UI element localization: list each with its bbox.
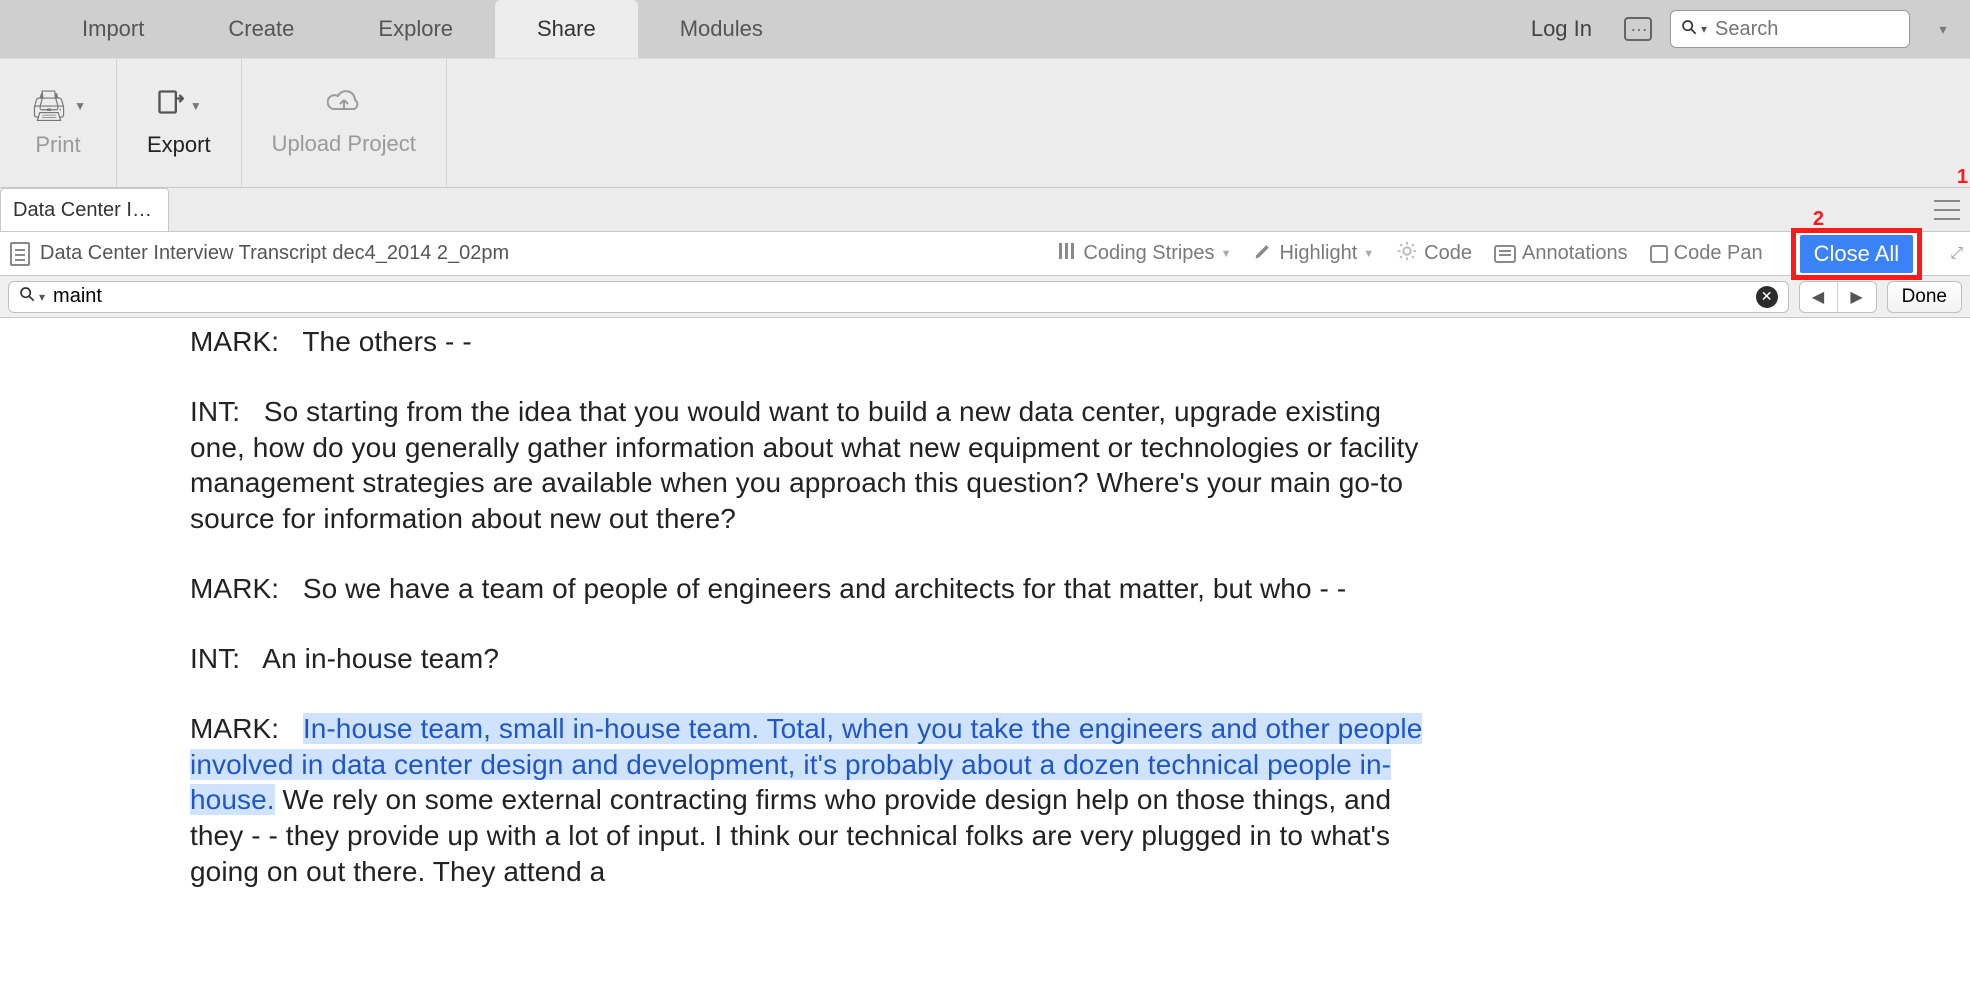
tab-share[interactable]: Share (495, 0, 638, 58)
annotations-label: Annotations (1522, 242, 1628, 265)
tab-create[interactable]: Create (186, 0, 336, 58)
annotations-icon (1494, 245, 1516, 263)
highlight-label: Highlight (1279, 242, 1357, 265)
printer-icon: 🖨 (30, 89, 68, 124)
highlight-button[interactable]: Highlight ▼ (1253, 241, 1374, 267)
speaker-label: MARK: (190, 326, 302, 357)
document-icon (10, 242, 30, 266)
export-icon (156, 88, 184, 124)
speaker-label: MARK: (190, 713, 303, 744)
cloud-upload-icon (327, 89, 361, 123)
document-title: Data Center Interview Transcript dec4_20… (40, 242, 509, 265)
close-all-highlight: Close All (1791, 228, 1923, 280)
global-search[interactable]: ▾ (1670, 10, 1910, 48)
speaker-label: INT: (190, 396, 264, 427)
login-button[interactable]: Log In (1517, 16, 1606, 42)
dropdown-chevron-icon: ▼ (74, 99, 86, 113)
share-ribbon: 🖨 ▼ Print ▼ Export Upload Project (0, 58, 1970, 188)
search-options-chevron-icon[interactable]: ▾ (1701, 22, 1707, 36)
highlight-icon (1253, 241, 1273, 267)
transcript-line: INT: So starting from the idea that you … (190, 394, 1430, 537)
comments-icon[interactable] (1624, 17, 1652, 41)
find-options-chevron-icon[interactable]: ▾ (39, 290, 45, 304)
transcript-text: We rely on some external contracting fir… (190, 784, 1391, 887)
clear-find-icon[interactable]: ✕ (1756, 286, 1778, 308)
search-icon (19, 285, 35, 308)
search-expand-chevron-icon[interactable]: ▾ (1928, 10, 1958, 48)
coding-stripes-label: Coding Stripes (1083, 242, 1214, 265)
dropdown-chevron-icon: ▼ (190, 99, 202, 113)
document-content: MARK: The others - - INT: So starting fr… (0, 318, 1970, 986)
dropdown-chevron-icon: ▼ (1221, 248, 1232, 260)
find-input[interactable] (53, 285, 1756, 308)
code-panel-toggle[interactable]: Code Pan (1650, 242, 1763, 265)
transcript-line: MARK: The others - - (190, 324, 1430, 360)
export-label: Export (147, 132, 211, 158)
checkbox-icon[interactable] (1650, 245, 1668, 263)
callout-marker-1: 1 (1957, 166, 1968, 189)
dropdown-chevron-icon: ▼ (1363, 248, 1374, 260)
upload-project-button[interactable]: Upload Project (242, 59, 447, 187)
find-prev-button[interactable]: ◀ (1800, 282, 1838, 312)
print-label: Print (35, 132, 80, 158)
panel-menu-icon[interactable] (1934, 200, 1960, 220)
transcript-line: INT: An in-house team? (190, 641, 1430, 677)
document-tab[interactable]: Data Center I… (0, 188, 169, 231)
tab-explore[interactable]: Explore (336, 0, 495, 58)
speaker-label: MARK: (190, 573, 303, 604)
export-button[interactable]: ▼ Export (117, 59, 242, 187)
code-button[interactable]: Code (1396, 240, 1472, 268)
tab-import[interactable]: Import (40, 0, 186, 58)
main-tabbar: Import Create Explore Share Modules Log … (0, 0, 1970, 58)
code-label: Code (1424, 242, 1472, 265)
transcript-line: MARK: So we have a team of people of eng… (190, 571, 1430, 607)
annotations-button[interactable]: Annotations (1494, 242, 1628, 265)
code-panel-label: Code Pan (1674, 242, 1763, 265)
print-button[interactable]: 🖨 ▼ Print (0, 59, 117, 187)
find-next-button[interactable]: ▶ (1838, 282, 1876, 312)
transcript-text: The others - - (302, 326, 471, 357)
close-all-button[interactable]: Close All (1800, 235, 1914, 273)
transcript-text: So starting from the idea that you would… (190, 396, 1418, 534)
tab-modules[interactable]: Modules (638, 0, 805, 58)
transcript-line: MARK: In-house team, small in-house team… (190, 711, 1430, 890)
find-bar: ▾ ✕ ◀ ▶ Done (0, 276, 1970, 318)
speaker-label: INT: (190, 643, 262, 674)
find-done-button[interactable]: Done (1887, 281, 1962, 313)
expand-panel-icon[interactable]: ⤢ (1950, 245, 1960, 263)
global-search-input[interactable] (1715, 18, 1899, 41)
document-tab-strip: Data Center I… 1 (0, 188, 1970, 232)
find-input-wrapper[interactable]: ▾ ✕ (8, 281, 1789, 313)
coding-stripes-icon (1057, 241, 1077, 267)
search-icon (1681, 18, 1697, 41)
transcript-text: So we have a team of people of engineers… (303, 573, 1346, 604)
document-toolbar: Data Center Interview Transcript dec4_20… (0, 232, 1970, 276)
upload-label: Upload Project (272, 131, 416, 157)
coding-stripes-button[interactable]: Coding Stripes ▼ (1057, 241, 1231, 267)
transcript-text: An in-house team? (262, 643, 499, 674)
find-nav: ◀ ▶ (1799, 281, 1877, 313)
code-icon (1396, 240, 1418, 268)
